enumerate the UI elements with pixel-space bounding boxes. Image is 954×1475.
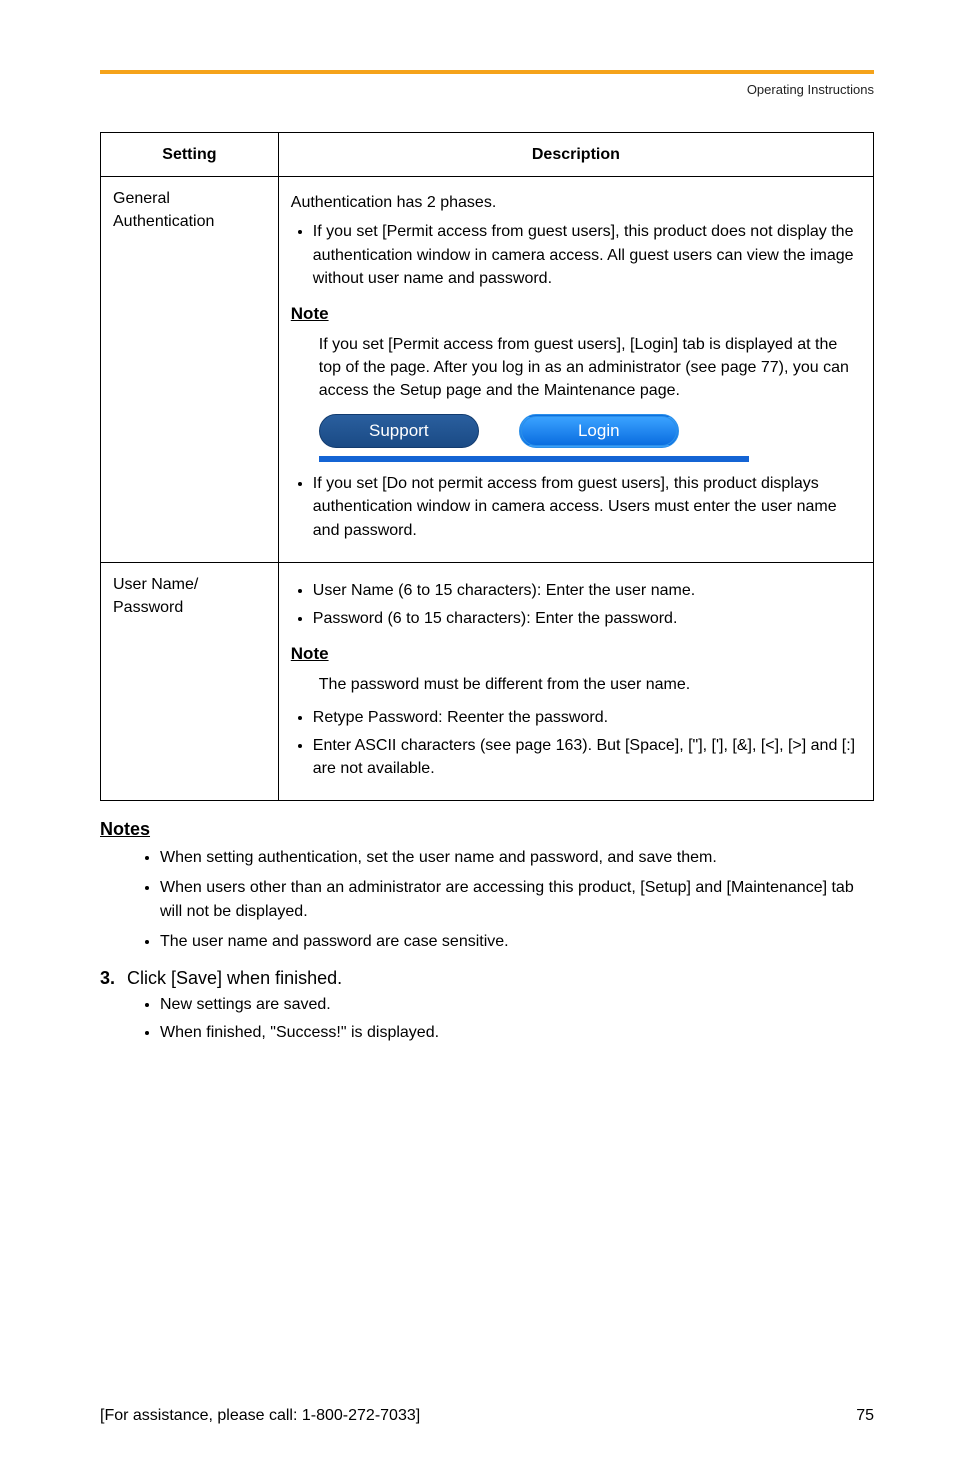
cell-user-pass-desc: User Name (6 to 15 characters): Enter th… (278, 562, 873, 801)
top-orange-rule (100, 70, 874, 74)
list-item: User Name (6 to 15 characters): Enter th… (313, 579, 861, 602)
running-header: Operating Instructions (100, 82, 874, 97)
step-3: 3. Click [Save] when finished. (100, 968, 874, 989)
list-item: New settings are saved. (160, 993, 874, 1017)
note-body: If you set [Permit access from guest use… (319, 333, 861, 403)
list-item: If you set [Permit access from guest use… (313, 220, 861, 290)
login-tab-illustration: Login (519, 414, 679, 448)
cell-user-pass-label: User Name/ Password (101, 562, 279, 801)
list-item: Enter ASCII characters (see page 163). B… (313, 734, 861, 780)
footer-page-number: 75 (856, 1407, 874, 1425)
list-item: When setting authentication, set the use… (160, 846, 874, 870)
th-setting: Setting (101, 133, 279, 177)
blue-bar-illustration (319, 456, 749, 462)
note-heading: Note (291, 302, 861, 327)
note-body: The password must be different from the … (319, 673, 861, 696)
footer-assist: [For assistance, please call: 1-800-272-… (100, 1407, 420, 1425)
page-footer: [For assistance, please call: 1-800-272-… (100, 1407, 874, 1425)
support-tab-illustration: Support (319, 414, 479, 448)
notes-list: When setting authentication, set the use… (100, 846, 874, 954)
table-row: User Name/ Password User Name (6 to 15 c… (101, 562, 874, 801)
th-description: Description (278, 133, 873, 177)
list-item: If you set [Do not permit access from gu… (313, 472, 861, 542)
list-item: When finished, "Success!" is displayed. (160, 1021, 874, 1045)
cell-general-auth-label: General Authentication (101, 177, 279, 563)
list-item: Retype Password: Reenter the password. (313, 706, 861, 729)
cell-general-auth-desc: Authentication has 2 phases. If you set … (278, 177, 873, 563)
list-item: Password (6 to 15 characters): Enter the… (313, 607, 861, 630)
note-heading: Note (291, 642, 861, 667)
tab-buttons-illustration: Support Login (319, 414, 861, 448)
step-number: 3. (100, 968, 115, 989)
auth-intro: Authentication has 2 phases. (291, 191, 861, 214)
notes-heading: Notes (100, 819, 874, 840)
step-text: Click [Save] when finished. (127, 968, 342, 989)
list-item: The user name and password are case sens… (160, 930, 874, 954)
settings-table: Setting Description General Authenticati… (100, 132, 874, 801)
list-item: When users other than an administrator a… (160, 876, 874, 924)
table-row: General Authentication Authentication ha… (101, 177, 874, 563)
step-3-sublist: New settings are saved. When finished, "… (100, 993, 874, 1045)
